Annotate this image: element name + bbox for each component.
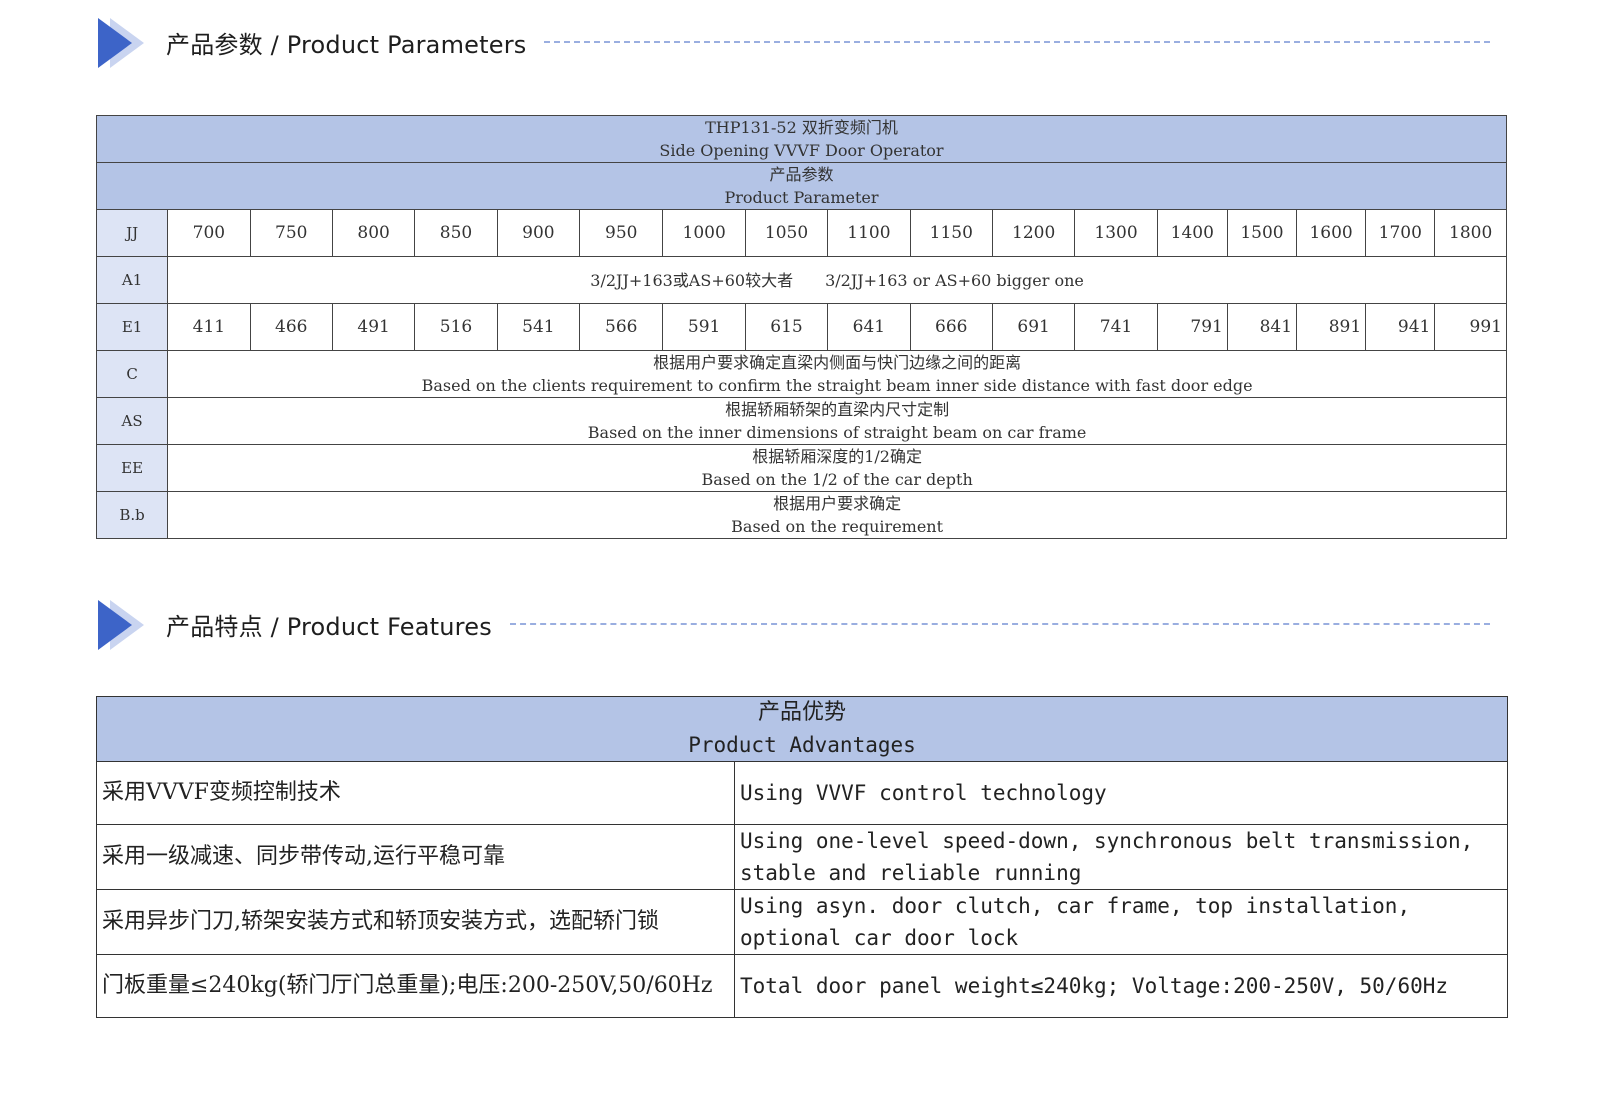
jj-value: 700 (167, 209, 251, 257)
feature-cn: 采用异步门刀,轿架安装方式和轿顶安装方式，选配轿门锁 (96, 889, 735, 955)
table-title-row: THP131-52 双折变频门机 Side Opening VVVF Door O… (96, 115, 1507, 163)
feature-en: Using asyn. door clutch, car frame, top … (733, 889, 1509, 955)
row-label-a1: A1 (95, 256, 169, 304)
jj-value: 1200 (991, 209, 1076, 257)
ee-description: 根据轿厢深度的1/2确定 Based on the 1/2 of the car … (167, 444, 1507, 492)
table-row-a1: A1 3/2JJ+163或AS+60较大者 3/2JJ+163 or AS+60 … (95, 256, 1507, 304)
e1-value: 666 (909, 303, 993, 351)
jj-value: 1000 (662, 209, 746, 257)
table-row-ee: EE 根据轿厢深度的1/2确定 Based on the 1/2 of the ca… (95, 444, 1507, 492)
table-row-c: C 根据用户要求确定直梁内侧面与快门边缘之间的距离 Based on the cli… (95, 350, 1507, 398)
e1-value: 891 (1296, 303, 1367, 351)
e1-value: 791 (1156, 303, 1228, 351)
jj-value: 1400 (1156, 209, 1228, 257)
as-description-en: Based on the inner dimensions of straigh… (587, 423, 1087, 442)
features-section-title: 产品特点 / Product Features (166, 612, 492, 641)
table-row-e1: E1 411 466 491 516 541 566 591 615 641 666 691 741 79… (95, 303, 1507, 351)
e1-value: 615 (744, 303, 829, 351)
table-row: 门板重量≤240kg(轿门厅门总重量);电压:200-250V,50/60Hz … (96, 954, 1509, 1018)
jj-value: 900 (496, 209, 581, 257)
as-description-cn: 根据轿厢轿架的直梁内尺寸定制 (725, 400, 950, 419)
jj-value: 950 (579, 209, 664, 257)
table-title-cn: THP131-52 双折变频门机 (705, 118, 898, 137)
table-title: THP131-52 双折变频门机 Side Opening VVVF Door O… (96, 115, 1507, 163)
table-row: 采用异步门刀,轿架安装方式和轿顶安装方式，选配轿门锁 Using asyn. d… (96, 889, 1509, 955)
jj-value: 800 (331, 209, 416, 257)
e1-value: 516 (414, 303, 498, 351)
section-divider (544, 41, 1490, 43)
features-table-header-row: 产品优势 Product Advantages (95, 696, 1509, 762)
features-section-header: 产品特点 / Product Features (98, 596, 1490, 652)
e1-value: 691 (991, 303, 1076, 351)
e1-value: 466 (249, 303, 333, 351)
feature-en: Using one-level speed-down, synchronous … (733, 824, 1509, 890)
e1-value: 741 (1074, 303, 1158, 351)
section-arrow-icon (98, 596, 150, 652)
table-row-as: AS 根据轿厢轿架的直梁内尺寸定制 Based on the inner dimen… (95, 397, 1507, 445)
ee-description-cn: 根据轿厢深度的1/2确定 (752, 447, 922, 466)
features-table-header: 产品优势 Product Advantages (95, 696, 1509, 762)
e1-value: 641 (827, 303, 911, 351)
e1-value: 566 (579, 303, 664, 351)
table-row-jj: JJ 700 750 800 850 900 950 1000 1050 1100 1150 1200… (95, 209, 1507, 257)
c-description-cn: 根据用户要求确定直梁内侧面与快门边缘之间的距离 (653, 353, 1022, 372)
e1-value: 541 (496, 303, 581, 351)
a1-text: 3/2JJ+163或AS+60较大者 3/2JJ+163 or AS+60 bi… (167, 256, 1507, 304)
bb-description-cn: 根据用户要求确定 (773, 494, 902, 513)
jj-value: 1600 (1296, 209, 1367, 257)
as-description: 根据轿厢轿架的直梁内尺寸定制 Based on the inner dimensi… (167, 397, 1507, 445)
jj-value: 750 (249, 209, 333, 257)
c-description-en: Based on the clients requirement to conf… (421, 376, 1253, 395)
table-subtitle-cn: 产品参数 (769, 165, 834, 184)
jj-value: 1100 (827, 209, 911, 257)
parameters-section-title: 产品参数 / Product Parameters (166, 30, 527, 59)
row-label-ee: EE (95, 444, 169, 492)
section-divider (509, 623, 1490, 625)
feature-cn: 采用一级减速、同步带传动,运行平稳可靠 (96, 824, 735, 890)
ee-description-en: Based on the 1/2 of the car depth (701, 470, 973, 489)
row-label-bb: B.b (95, 491, 169, 539)
features-header-cn: 产品优势 (758, 700, 847, 725)
table-subtitle: 产品参数 Product Parameter (96, 162, 1507, 210)
table-title-en: Side Opening VVVF Door Operator (659, 141, 944, 160)
jj-value: 850 (414, 209, 498, 257)
parameters-table: THP131-52 双折变频门机 Side Opening VVVF Door O… (95, 115, 1507, 539)
table-subtitle-row: 产品参数 Product Parameter (96, 162, 1507, 210)
e1-value: 491 (331, 303, 416, 351)
features-table: 产品优势 Product Advantages 采用VVVF变频控制技术 Usi… (95, 696, 1509, 1018)
jj-value: 1050 (744, 209, 829, 257)
table-subtitle-en: Product Parameter (724, 188, 879, 207)
row-label-c: C (95, 350, 169, 398)
row-label-as: AS (95, 397, 169, 445)
feature-cn: 采用VVVF变频控制技术 (96, 761, 735, 825)
jj-value: 1800 (1434, 209, 1507, 257)
bb-description: 根据用户要求确定 Based on the requirement (167, 491, 1507, 539)
features-header-en: Product Advantages (688, 733, 916, 757)
c-description: 根据用户要求确定直梁内侧面与快门边缘之间的距离 Based on the clie… (167, 350, 1507, 398)
jj-value: 1700 (1365, 209, 1436, 257)
row-label-jj: JJ (95, 209, 169, 257)
table-row: 采用一级减速、同步带传动,运行平稳可靠 Using one-level spee… (96, 824, 1509, 890)
jj-value: 1500 (1226, 209, 1298, 257)
e1-value: 411 (167, 303, 251, 351)
row-label-e1: E1 (95, 303, 169, 351)
e1-value: 841 (1226, 303, 1298, 351)
bb-description-en: Based on the requirement (731, 517, 944, 536)
section-arrow-icon (98, 14, 150, 70)
jj-value: 1150 (909, 209, 993, 257)
parameters-section-header: 产品参数 / Product Parameters (98, 14, 1490, 70)
feature-en: Using VVVF control technology (733, 761, 1509, 825)
feature-en: Total door panel weight≤240kg; Voltage:2… (733, 954, 1509, 1018)
table-row: 采用VVVF变频控制技术 Using VVVF control technolo… (96, 761, 1509, 825)
jj-value: 1300 (1074, 209, 1158, 257)
e1-value: 941 (1365, 303, 1436, 351)
feature-cn: 门板重量≤240kg(轿门厅门总重量);电压:200-250V,50/60Hz (96, 954, 735, 1018)
e1-value: 991 (1434, 303, 1507, 351)
table-row-bb: B.b 根据用户要求确定 Based on the requirement (95, 491, 1507, 539)
e1-value: 591 (662, 303, 746, 351)
